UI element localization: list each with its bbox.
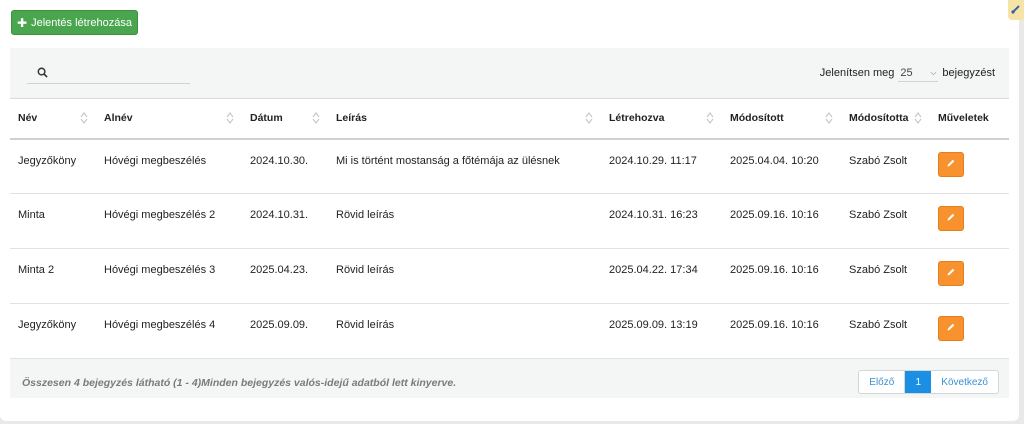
table-cell: Szabó Zsolt [841, 193, 930, 249]
create-report-label: Jelentés létrehozása [31, 16, 132, 29]
table-cell: Hóvégi megbeszélés 3 [96, 248, 242, 304]
plus-icon: ✚ [17, 15, 28, 30]
column-header[interactable]: Módosította [841, 98, 930, 140]
table-cell: Minta [10, 193, 96, 249]
sort-icon [914, 112, 922, 124]
pencil-icon [946, 322, 956, 335]
column-header-label: Leírás [336, 112, 367, 125]
table-cell: Hóvégi megbeszélés [96, 138, 242, 194]
page-length-prefix: Jelenítsen meg [819, 67, 895, 79]
table-row: Jegyzőköny Hóvégi megbeszélés 4 2025.09.09… [10, 303, 1009, 359]
table-cell: 2024.10.31. 16:23 [601, 193, 722, 249]
page: ✚ Jelentés létrehozása Jelenítsen meg 25… [0, 0, 1019, 421]
page-length-control: Jelenítsen meg 25 ⌵ bejegyzést [820, 64, 995, 82]
page-length-select[interactable]: 25 ⌵ [898, 64, 939, 82]
previous-page-button[interactable]: Előző [859, 371, 906, 393]
table-cell: Rövid leírás [328, 248, 601, 304]
column-header[interactable]: Alnév [96, 98, 242, 140]
column-header[interactable]: Módosított [722, 98, 841, 140]
column-header-label: Műveletek [938, 112, 989, 125]
pencil-icon [946, 267, 956, 280]
table-cell: Szabó Zsolt [841, 248, 930, 304]
table-cell: 2024.10.31. [242, 193, 328, 249]
edit-button[interactable] [938, 151, 964, 177]
table-cell: Jegyzőköny [10, 303, 96, 359]
table-cell: 2025.04.23. [242, 248, 328, 304]
table-cell: Hóvégi megbeszélés 4 [96, 303, 242, 359]
column-header[interactable]: Létrehozva [601, 98, 722, 140]
pencil-icon [946, 158, 956, 171]
create-report-button[interactable]: ✚ Jelentés létrehozása [11, 10, 138, 35]
table-cell: Szabó Zsolt [841, 303, 930, 359]
sort-icon [706, 112, 714, 124]
table-cell: 2025.04.04. 10:20 [722, 138, 841, 194]
table-row: Jegyzőköny Hóvégi megbeszélés 2024.10.30. M… [10, 138, 1009, 194]
actions-cell [930, 248, 1009, 304]
brush-icon [1011, 5, 1020, 14]
sort-icon [312, 112, 320, 124]
column-header-label: Név [18, 112, 38, 125]
table-cell: 2025.09.16. 10:16 [722, 193, 841, 249]
column-header[interactable]: Leírás [328, 98, 601, 140]
actions-cell [930, 138, 1009, 194]
table-cell: Jegyzőköny [10, 138, 96, 194]
column-header[interactable]: Dátum [242, 98, 328, 140]
page-length-suffix: bejegyzést [942, 67, 995, 79]
column-header-label: Létrehozva [609, 112, 665, 125]
actions-cell [930, 303, 1009, 359]
column-header[interactable]: Név [10, 98, 96, 140]
table-cell: 2025.09.09. [242, 303, 328, 359]
sort-icon [80, 112, 88, 124]
table-row: Minta Hóvégi megbeszélés 2 2024.10.31. Rövi… [10, 193, 1009, 249]
next-page-button[interactable]: Következő [931, 371, 998, 393]
table-header-row: Név Alnév Dátum Leírás Létrehozva Módosított M… [10, 98, 1009, 140]
sort-icon [585, 112, 593, 124]
column-header-label: Módosította [849, 112, 909, 125]
table-cell: Minta 2 [10, 248, 96, 304]
edit-button[interactable] [938, 316, 964, 341]
page-1-button[interactable]: 1 [905, 371, 932, 393]
table-body: Jegyzőköny Hóvégi megbeszélés 2024.10.30. M… [10, 138, 1009, 359]
table-cell: 2025.09.16. 10:16 [722, 303, 841, 359]
table-info: Összesen 4 bejegyzés látható (1 - 4)Mind… [22, 377, 457, 389]
corner-tool-tab[interactable] [1008, 0, 1024, 20]
pencil-icon [946, 212, 956, 225]
column-header-label: Alnév [104, 112, 133, 125]
table-cell: Rövid leírás [328, 193, 601, 249]
table-cell: 2024.10.29. 11:17 [601, 138, 722, 194]
table-cell: 2025.09.09. 13:19 [601, 303, 722, 359]
page-length-value: 25 [900, 66, 913, 79]
table-cell: Szabó Zsolt [841, 138, 930, 194]
actions-cell [930, 193, 1009, 249]
table-cell: 2025.09.16. 10:16 [722, 248, 841, 304]
column-header-label: Dátum [250, 112, 283, 125]
search-icon [37, 67, 48, 78]
table-cell: 2024.10.30. [242, 138, 328, 194]
table-row: Minta 2 Hóvégi megbeszélés 3 2025.04.23. Rö… [10, 248, 1009, 304]
table-cell: Rövid leírás [328, 303, 601, 359]
search-input[interactable] [55, 64, 185, 82]
chevron-down-icon: ⌵ [930, 67, 937, 77]
edit-button[interactable] [938, 261, 964, 286]
column-header-label: Módosított [730, 112, 784, 125]
reports-table: Név Alnév Dátum Leírás Létrehozva Módosított M… [10, 98, 1009, 359]
column-header[interactable]: Műveletek [930, 98, 1009, 140]
edit-button[interactable] [938, 206, 964, 231]
search-box [27, 62, 190, 84]
pagination: Előző 1 Következő [858, 370, 999, 394]
table-cell: 2025.04.22. 17:34 [601, 248, 722, 304]
sort-icon [825, 112, 833, 124]
report-table-panel: Jelenítsen meg 25 ⌵ bejegyzést Név Alnév D… [10, 48, 1009, 398]
table-cell: Hóvégi megbeszélés 2 [96, 193, 242, 249]
sort-icon [226, 112, 234, 124]
table-cell: Mi is történt mostanság a főtémája az ül… [328, 138, 601, 194]
